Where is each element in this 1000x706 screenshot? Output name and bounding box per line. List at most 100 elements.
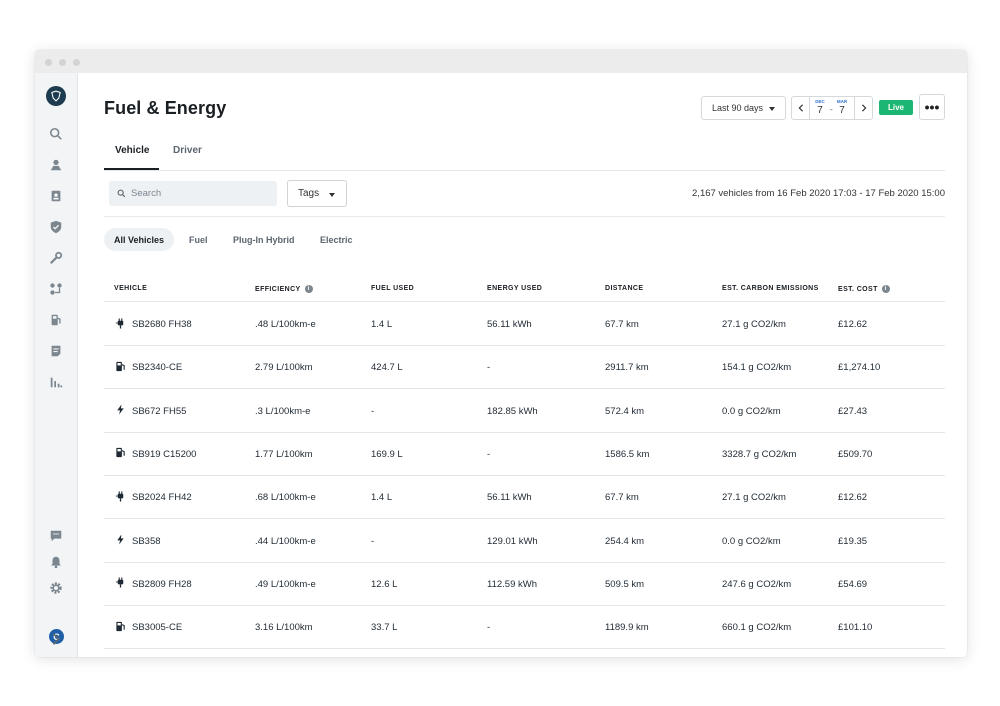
fuel-used-cell: - xyxy=(371,535,375,547)
window-titlebar xyxy=(35,50,967,73)
energy-used-cell: 112.59 kWh xyxy=(487,578,537,590)
wrench-icon[interactable] xyxy=(48,250,64,266)
vehicle-name[interactable]: SB358 xyxy=(132,536,161,547)
caret-down-icon xyxy=(329,193,335,197)
vehicle-name[interactable]: SB3005-CE xyxy=(132,622,182,633)
vehicle-name[interactable]: SB2340-CE xyxy=(132,362,182,373)
table-row[interactable]: SB919 C15200 1.77 L/100km 169.9 L - 1586.5 k… xyxy=(104,433,945,476)
next-period-button[interactable] xyxy=(854,97,872,119)
table-row[interactable]: SB2024 FH42 .68 L/100km-e 1.4 L 56.11 kWh 67… xyxy=(104,476,945,520)
table-row[interactable]: SB2340-CE 2.79 L/100km 424.7 L - 2911.7 km 15… xyxy=(104,346,945,390)
app-logo[interactable] xyxy=(46,86,66,106)
distance-cell: 1586.5 km xyxy=(605,448,650,460)
info-icon[interactable]: i xyxy=(304,285,313,293)
table-row[interactable]: SB2809 FH28 .49 L/100km-e 12.6 L 112.59 kWh… xyxy=(104,563,945,606)
carbon-emissions-cell: 660.1 g CO2/km xyxy=(722,622,792,634)
search-icon xyxy=(117,189,126,198)
filter-plug-in-hybrid[interactable]: Plug-In Hybrid xyxy=(233,228,295,251)
table-row[interactable]: SB2680 FH38 .48 L/100km-e 1.4 L 56.11 kWh 67… xyxy=(104,303,945,346)
date-range-dropdown[interactable]: Last 90 days xyxy=(701,96,786,120)
vehicle-name[interactable]: SB2680 FH38 xyxy=(132,319,192,330)
carbon-emissions-cell: 0.0 g CO2/km xyxy=(722,405,781,417)
column-vehicle[interactable]: VEHICLE xyxy=(114,285,147,292)
carbon-emissions-cell: 3328.7 g CO2/km xyxy=(722,448,797,460)
map-pin-icon[interactable] xyxy=(48,157,64,173)
chevron-right-icon xyxy=(861,104,866,112)
efficiency-cell: .3 L/100km-e xyxy=(255,405,311,417)
column-efficiency[interactable]: EFFICIENCY i xyxy=(255,285,313,293)
carbon-emissions-cell: 0.0 g CO2/km xyxy=(722,535,781,547)
column-carbon-emissions[interactable]: EST. CARBON EMISSIONS xyxy=(722,285,819,292)
table-row[interactable]: SB3005-CE 3.16 L/100km 33.7 L - 1189.9 km 660… xyxy=(104,606,945,650)
energy-used-cell: 182.85 kWh xyxy=(487,405,538,417)
tab-driver[interactable]: Driver xyxy=(173,145,202,156)
date-range-label: Last 90 days xyxy=(712,103,764,113)
start-date: DEC 7 xyxy=(811,99,829,116)
more-options-button[interactable]: ••• xyxy=(919,94,945,120)
active-tab-indicator xyxy=(104,168,159,170)
est-cost-cell: £12.62 xyxy=(838,492,868,504)
app-window: C Fuel & Energy Last 90 days DEC 7 - MAR xyxy=(35,50,967,657)
shield-icon[interactable] xyxy=(48,219,64,235)
info-icon[interactable]: i xyxy=(881,285,890,293)
filter-electric[interactable]: Electric xyxy=(320,228,353,251)
carbon-emissions-cell: 27.1 g CO2/km xyxy=(722,492,786,504)
column-energy-used[interactable]: ENERGY USED xyxy=(487,285,542,292)
column-est-cost[interactable]: EST. COST i xyxy=(838,285,890,293)
distance-cell: 572.4 km xyxy=(605,405,645,417)
caret-down-icon xyxy=(769,107,775,111)
fuel-pump-icon xyxy=(114,447,126,459)
filter-all-vehicles[interactable]: All Vehicles xyxy=(104,228,175,251)
fuel-used-cell: 424.7 L xyxy=(371,362,403,374)
vehicle-name[interactable]: SB919 C15200 xyxy=(132,449,196,460)
window-dot-close[interactable] xyxy=(45,59,52,66)
vehicle-name[interactable]: SB2024 FH42 xyxy=(132,492,192,503)
fuel-pump-icon xyxy=(114,360,126,372)
window-dot-minimize[interactable] xyxy=(59,59,66,66)
live-badge[interactable]: Live xyxy=(879,100,913,115)
fuel-used-cell: 169.9 L xyxy=(371,448,403,460)
gear-icon[interactable] xyxy=(48,580,64,596)
main-content: Fuel & Energy Last 90 days DEC 7 - MAR 7 xyxy=(78,73,967,657)
efficiency-cell: 3.16 L/100km xyxy=(255,622,313,634)
energy-used-cell: - xyxy=(487,362,491,374)
column-distance[interactable]: DISTANCE xyxy=(605,285,643,292)
vehicle-name[interactable]: SB2809 FH28 xyxy=(132,579,192,590)
distance-cell: 254.4 km xyxy=(605,535,645,547)
end-date: MAR 7 xyxy=(833,99,851,116)
search-icon[interactable] xyxy=(48,126,64,142)
tags-dropdown[interactable]: Tags xyxy=(287,180,347,207)
id-badge-icon[interactable] xyxy=(48,188,64,204)
efficiency-cell: .68 L/100km-e xyxy=(255,492,316,504)
tab-bar: Vehicle Driver xyxy=(104,133,945,171)
energy-used-cell: - xyxy=(487,448,491,460)
previous-period-button[interactable] xyxy=(792,97,810,119)
window-dot-maximize[interactable] xyxy=(73,59,80,66)
column-fuel-used[interactable]: FUEL USED xyxy=(371,285,414,292)
route-icon[interactable] xyxy=(48,281,64,297)
plug-icon xyxy=(114,317,126,329)
fuel-pump-icon xyxy=(114,620,126,632)
tab-vehicle[interactable]: Vehicle xyxy=(115,145,149,156)
search-input[interactable] xyxy=(131,188,271,199)
bell-icon[interactable] xyxy=(48,554,64,570)
fuel-pump-icon[interactable] xyxy=(48,312,64,328)
vehicle-name[interactable]: SB672 FH55 xyxy=(132,406,186,417)
bar-chart-icon[interactable] xyxy=(48,374,64,390)
chevron-right-icon[interactable] xyxy=(48,631,64,647)
table-row[interactable]: SB672 FH55 .3 L/100km-e - 182.85 kWh 572.4 k… xyxy=(104,390,945,433)
document-icon[interactable] xyxy=(48,343,64,359)
energy-used-cell: 129.01 kWh xyxy=(487,535,538,547)
fuel-used-cell: 33.7 L xyxy=(371,622,398,634)
bolt-icon xyxy=(114,404,126,416)
bolt-icon xyxy=(114,534,126,546)
carbon-emissions-cell: 247.6 g CO2/km xyxy=(722,578,792,590)
distance-cell: 67.7 km xyxy=(605,492,639,504)
table-row[interactable]: SB358 .44 L/100km-e - 129.01 kWh 254.4 km 0.0… xyxy=(104,520,945,563)
carbon-emissions-cell: 154.1 g CO2/km xyxy=(722,362,792,374)
chat-icon[interactable] xyxy=(48,528,64,544)
date-range-display[interactable]: DEC 7 - MAR 7 xyxy=(810,97,854,119)
distance-cell: 1189.9 km xyxy=(605,622,649,634)
end-day: 7 xyxy=(839,105,845,116)
filter-fuel[interactable]: Fuel xyxy=(189,228,208,251)
